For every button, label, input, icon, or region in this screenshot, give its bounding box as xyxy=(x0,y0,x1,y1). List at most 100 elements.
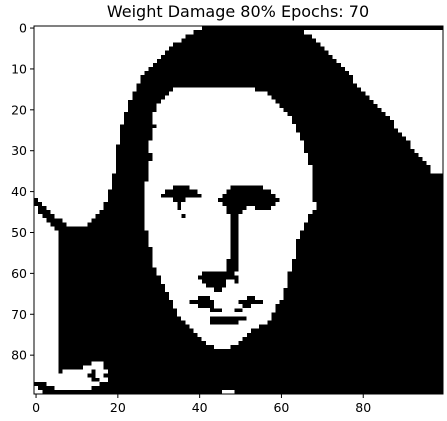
heatmap-cell-run xyxy=(152,246,231,252)
heatmap-cell-run xyxy=(328,50,444,55)
heatmap-cell-run xyxy=(160,275,198,280)
heatmap-cell-run xyxy=(365,91,444,96)
heatmap-cell-run xyxy=(34,169,116,174)
heatmap-cell-run xyxy=(271,189,313,194)
heatmap-cell-run xyxy=(34,75,141,80)
heatmap-cell-run xyxy=(42,201,104,207)
heatmap-cell-run xyxy=(34,218,47,223)
heatmap-cell-run xyxy=(213,304,243,309)
heatmap-cell-run xyxy=(152,254,231,260)
heatmap-cell-run xyxy=(34,246,59,252)
heatmap-cell-run xyxy=(34,369,59,374)
heatmap-cell-run xyxy=(144,181,313,186)
heatmap-cell-run xyxy=(34,254,59,260)
y-tick-label: 70 xyxy=(11,307,27,322)
heatmap-image xyxy=(34,26,444,395)
heatmap-cell-run xyxy=(34,312,59,317)
heatmap-cell-run xyxy=(34,283,59,288)
heatmap-cell-run xyxy=(168,295,198,301)
heatmap-cell-run xyxy=(34,316,59,321)
heatmap-cell-run xyxy=(238,279,288,284)
heatmap-cell-run xyxy=(148,173,313,178)
heatmap-cell-run xyxy=(144,201,178,207)
heatmap-cell-run xyxy=(275,201,317,207)
heatmap-cell-run xyxy=(34,62,153,68)
heatmap-cell-run xyxy=(34,357,59,362)
heatmap-cell-run xyxy=(144,226,231,231)
heatmap-cell-run xyxy=(156,103,280,108)
heatmap-cell-run xyxy=(173,299,190,305)
heatmap-cell-run xyxy=(246,316,272,321)
heatmap-cell-run xyxy=(393,120,444,125)
heatmap-cell-run xyxy=(34,26,202,31)
heatmap-cell-run xyxy=(148,144,305,149)
heatmap-cell-run xyxy=(34,353,59,358)
heatmap-cell-run xyxy=(340,62,444,68)
heatmap-cell-run xyxy=(152,120,292,125)
heatmap-cell-run xyxy=(34,271,59,276)
heatmap-cell-run xyxy=(164,95,272,100)
heatmap-cell-run xyxy=(279,197,313,202)
heatmap-cell-run xyxy=(34,79,141,84)
heatmap-cell-run xyxy=(34,385,39,391)
heatmap-cell-run xyxy=(414,148,444,153)
heatmap-cell-run xyxy=(34,173,112,178)
heatmap-cell-run xyxy=(185,214,231,219)
heatmap-cell-run xyxy=(201,193,223,198)
heatmap-cell-run xyxy=(34,299,59,305)
heatmap-cell-run xyxy=(242,210,313,215)
heatmap-cell-run xyxy=(34,287,59,292)
heatmap-cell-run xyxy=(34,181,112,186)
heatmap-cell-run xyxy=(410,140,444,145)
heatmap-cell-run xyxy=(177,312,272,317)
heatmap-cell-run xyxy=(144,214,182,219)
heatmap-cell-run xyxy=(34,340,59,346)
heatmap-cell-run xyxy=(160,99,276,104)
heatmap-cell-run xyxy=(148,148,305,153)
heatmap-cell-run xyxy=(95,369,108,374)
heatmap-cell-run xyxy=(336,58,444,63)
heatmap-cell-run xyxy=(152,132,300,137)
heatmap-cell-run xyxy=(34,156,116,162)
heatmap-cell-run xyxy=(152,156,309,162)
heatmap-cell-run xyxy=(62,369,92,374)
heatmap-cell-run xyxy=(226,279,235,284)
heatmap-cell-run xyxy=(369,95,444,100)
heatmap-cell-run xyxy=(34,46,170,51)
heatmap-cell-run xyxy=(34,160,116,166)
heatmap-cell-run xyxy=(238,238,296,243)
heatmap-cell-run xyxy=(373,99,444,104)
heatmap-cell-run xyxy=(34,91,133,96)
heatmap-cell-run xyxy=(152,111,288,117)
heatmap-cell-run xyxy=(34,111,125,117)
heatmap-cell-run xyxy=(185,320,211,325)
heatmap-cell-run xyxy=(34,148,116,153)
heatmap-cell-run xyxy=(385,111,444,117)
heatmap-cell-run xyxy=(156,267,227,272)
heatmap-cell-run xyxy=(238,230,300,235)
heatmap-cell-run xyxy=(226,283,288,288)
heatmap-cell-run xyxy=(34,205,39,211)
heatmap-cell-run xyxy=(156,271,202,276)
heatmap-cell-run xyxy=(250,304,276,309)
heatmap-cell-run xyxy=(54,385,92,391)
heatmap-cell-run xyxy=(353,75,444,80)
heatmap-cell-run xyxy=(34,250,59,256)
heatmap-cell-run xyxy=(238,226,305,231)
heatmap-cell-run xyxy=(34,152,116,157)
heatmap-cell-run xyxy=(144,210,227,215)
heatmap-cell-run xyxy=(34,226,55,231)
heatmap-cell-run xyxy=(34,165,116,170)
heatmap-cell-run xyxy=(238,275,288,280)
heatmap-cell-run xyxy=(34,83,137,88)
heatmap-cell-run xyxy=(238,246,296,252)
heatmap-cell-run xyxy=(34,291,59,297)
heatmap-cell-run xyxy=(50,210,100,215)
chart-title: Weight Damage 80% Epochs: 70 xyxy=(107,2,369,21)
heatmap-cell-run xyxy=(46,381,100,386)
y-tick-label: 0 xyxy=(19,21,27,36)
heatmap-cell-run xyxy=(348,70,444,76)
heatmap-cell-run xyxy=(389,115,444,121)
heatmap-cell-run xyxy=(303,30,444,35)
heatmap-cell-run xyxy=(205,340,239,346)
